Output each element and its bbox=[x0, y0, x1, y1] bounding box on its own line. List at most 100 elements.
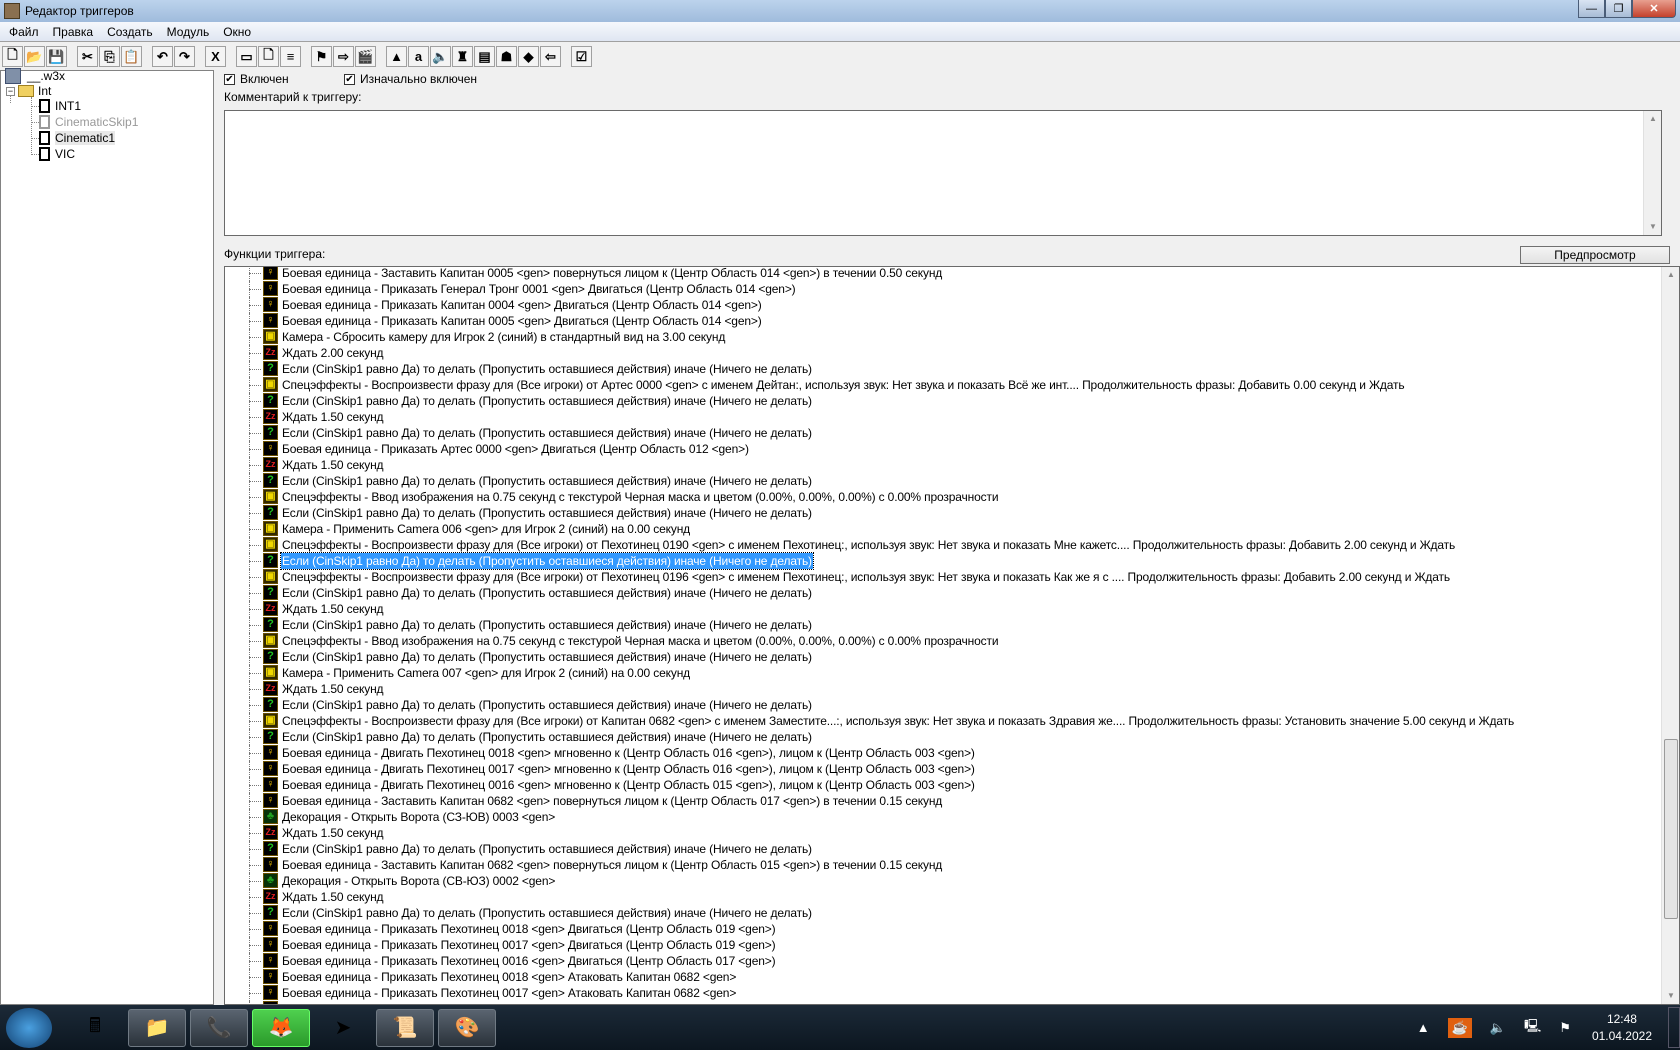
action-row[interactable]: ? Если (CinSkip1 равно Да) то делать (Про… bbox=[225, 905, 1661, 921]
enabled-checkbox[interactable]: ✔ Включен bbox=[224, 72, 289, 86]
minimize-button[interactable]: — bbox=[1578, 0, 1605, 18]
close-button[interactable]: ✕ bbox=[1632, 0, 1676, 18]
object-manager-button[interactable]: ◆ bbox=[518, 46, 539, 67]
trigger-editor-button[interactable]: a bbox=[408, 46, 429, 67]
calculator-taskbar-button[interactable]: 🖩 bbox=[66, 1009, 124, 1047]
tree-trigger-item[interactable]: VIC bbox=[39, 146, 75, 162]
new-trigger-button[interactable]: 🗋 bbox=[258, 46, 279, 67]
checkbox[interactable]: ✔ bbox=[224, 73, 235, 85]
action-row[interactable]: ? Если (CinSkip1 равно Да) то делать (Про… bbox=[225, 425, 1661, 441]
action-row[interactable]: ? Если (CinSkip1 равно Да) то делать (Про… bbox=[225, 585, 1661, 601]
new-comment-button[interactable]: ≡ bbox=[280, 46, 301, 67]
action-row[interactable]: ♀ Боевая единица - Приказать Пехотинец 00… bbox=[225, 969, 1661, 985]
action-row[interactable]: ▣ Спецэффекты - Ввод изображения на 0.75 … bbox=[225, 489, 1661, 505]
scroll-down-icon[interactable]: ▼ bbox=[1662, 988, 1679, 1004]
checkbox[interactable]: ✔ bbox=[344, 73, 355, 85]
viber-taskbar-button[interactable]: 📞 bbox=[190, 1008, 248, 1047]
flag-button[interactable]: ⚑ bbox=[311, 46, 332, 67]
action-row[interactable]: ▣ Спецэффекты - Воспроизвести фразу для (… bbox=[225, 537, 1661, 553]
redo-button[interactable]: ↷ bbox=[174, 46, 195, 67]
action-row[interactable]: ♀ Боевая единица - Заставить Капитан 0682… bbox=[225, 793, 1661, 809]
scroll-down-icon[interactable]: ▼ bbox=[1644, 219, 1662, 235]
cinematic-button[interactable]: 🎬 bbox=[355, 46, 376, 67]
show-hidden-icons-icon[interactable]: ▲ bbox=[1417, 1020, 1430, 1035]
action-row[interactable]: ♀ Боевая единица - Двигать Пехотинец 0016… bbox=[225, 777, 1661, 793]
action-row[interactable]: ♀ Боевая единица - Двигать Пехотинец 0018… bbox=[225, 745, 1661, 761]
scroll-thumb[interactable] bbox=[1664, 739, 1678, 919]
network-icon[interactable]: 🖳 bbox=[1524, 1017, 1541, 1039]
menu-item-3[interactable]: Модуль bbox=[160, 25, 217, 39]
scroll-up-icon[interactable]: ▲ bbox=[1662, 267, 1679, 283]
functions-list[interactable]: ♀ Боевая единица - Заставить Капитан 0005… bbox=[224, 266, 1680, 1005]
action-row[interactable]: ♀ Боевая единица - Заставить Капитан 0005… bbox=[225, 267, 1661, 281]
world-editor-taskbar-button[interactable]: 📜 bbox=[376, 1008, 434, 1047]
action-row[interactable]: ♀ Боевая единица - Приказать Пехотинец 00… bbox=[225, 921, 1661, 937]
scroll-up-icon[interactable]: ▲ bbox=[1644, 111, 1662, 127]
paint-taskbar-button[interactable]: 🎨 bbox=[438, 1008, 496, 1047]
paste-button[interactable]: 📋 bbox=[121, 46, 142, 67]
functions-scrollbar[interactable]: ▲ ▼ bbox=[1661, 267, 1679, 1004]
action-row[interactable]: ? Если (CinSkip1 равно Да) то делать (Про… bbox=[225, 649, 1661, 665]
volume-icon[interactable]: 🔈 bbox=[1490, 1020, 1506, 1036]
action-row[interactable]: ♀ Боевая единица - Заставить Капитан 0682… bbox=[225, 857, 1661, 873]
tree-trigger-item[interactable]: CinematicSkip1 bbox=[39, 114, 138, 130]
action-row[interactable]: ♣ Декорация - Открыть Ворота (СЗ-ЮВ) 0003… bbox=[225, 809, 1661, 825]
action-row[interactable]: ♣ Декорация - Открыть Ворота (СВ-ЮЗ) 0002… bbox=[225, 873, 1661, 889]
menu-item-1[interactable]: Правка bbox=[46, 25, 101, 39]
action-row[interactable]: ? Если (CinSkip1 равно Да) то делать (Про… bbox=[225, 617, 1661, 633]
explorer-taskbar-button[interactable]: 📁 bbox=[128, 1008, 186, 1047]
maximize-button[interactable]: ❐ bbox=[1605, 0, 1632, 18]
show-desktop-button[interactable] bbox=[1668, 1007, 1680, 1048]
firefox-taskbar-button[interactable]: 🦊 bbox=[252, 1008, 310, 1047]
action-row[interactable]: ♀ Боевая единица - Приказать Пехотинец 00… bbox=[225, 985, 1661, 1001]
comment-scrollbar[interactable]: ▲ ▼ bbox=[1643, 111, 1661, 235]
action-row[interactable]: Zz Ждать 1.50 секунд bbox=[225, 601, 1661, 617]
terrain-editor-button[interactable]: ▲ bbox=[386, 46, 407, 67]
new-category-button[interactable]: ▭ bbox=[236, 46, 257, 67]
action-row[interactable]: Zz Ждать 1.50 секунд bbox=[225, 409, 1661, 425]
action-row[interactable]: Zz Ждать 1.50 секунд bbox=[225, 889, 1661, 905]
start-button[interactable] bbox=[6, 1007, 52, 1048]
tree-map-root[interactable]: __.w3x bbox=[5, 68, 65, 84]
action-row[interactable]: ♀ Боевая единица - Приказать Пехотинец 00… bbox=[225, 953, 1661, 969]
action-row[interactable]: ♀ Боевая единица - Двигать Пехотинец 0017… bbox=[225, 761, 1661, 777]
undo-button[interactable]: ↶ bbox=[152, 46, 173, 67]
sound-editor-button[interactable]: 🔈 bbox=[430, 46, 451, 67]
comment-textarea[interactable]: ▲ ▼ bbox=[224, 110, 1662, 236]
ai-editor-button[interactable]: ☗ bbox=[496, 46, 517, 67]
trigger-tree[interactable]: __.w3x − Int INT1 CinematicSkip1 Cinematic… bbox=[0, 68, 214, 1005]
action-row[interactable]: Zz Ждать 1.50 секунд bbox=[225, 457, 1661, 473]
action-row[interactable]: ? Если (CinSkip1 равно Да) то делать (Про… bbox=[225, 552, 1661, 570]
menu-item-2[interactable]: Создать bbox=[100, 25, 160, 39]
copy-button[interactable]: ⎘ bbox=[99, 46, 120, 67]
action-row[interactable]: Zz Ждать 1.50 секунд bbox=[225, 681, 1661, 697]
tray-app-icon[interactable]: ☕ bbox=[1447, 1017, 1472, 1038]
action-row[interactable]: ♀ Боевая единица - Приказать Капитан 0004… bbox=[225, 297, 1661, 313]
action-row[interactable]: ▣ Спецэффекты - Воспроизвести фразу для (… bbox=[225, 377, 1661, 393]
preview-button[interactable]: Предпросмотр bbox=[1520, 246, 1670, 264]
tree-trigger-item[interactable]: Cinematic1 bbox=[39, 130, 116, 146]
action-row[interactable]: Zz Ждать 2.00 секунд bbox=[225, 345, 1661, 361]
collapse-icon[interactable]: − bbox=[6, 86, 15, 96]
campaign-editor-button[interactable]: ▤ bbox=[474, 46, 495, 67]
telegram-taskbar-button[interactable]: ➤ bbox=[314, 1009, 372, 1047]
cut-button[interactable]: ✂ bbox=[77, 46, 98, 67]
new-button[interactable]: 🗋 bbox=[2, 46, 23, 67]
import-manager-button[interactable]: ⇦ bbox=[540, 46, 561, 67]
action-row[interactable]: ▣ Спецэффекты - Воспроизвести фразу для (… bbox=[225, 569, 1661, 585]
action-row[interactable]: ? Если (CinSkip1 равно Да) то делать (Про… bbox=[225, 841, 1661, 857]
open-button[interactable]: 📂 bbox=[24, 46, 45, 67]
action-row[interactable]: ♀ Боевая единица - Приказать Артес 0000 <… bbox=[225, 441, 1661, 457]
initially-on-checkbox[interactable]: ✔ Изначально включен bbox=[344, 72, 477, 86]
test-map-button[interactable]: ☑ bbox=[571, 46, 592, 67]
action-row[interactable]: ? Если (CinSkip1 равно Да) то делать (Про… bbox=[225, 393, 1661, 409]
action-center-flag-icon[interactable]: ⚑ bbox=[1559, 1020, 1571, 1036]
menu-item-4[interactable]: Окно bbox=[216, 25, 258, 39]
tree-category-int[interactable]: − Int bbox=[6, 83, 51, 99]
action-row[interactable]: ? Если (CinSkip1 равно Да) то делать (Про… bbox=[225, 729, 1661, 745]
tree-trigger-item[interactable]: INT1 bbox=[39, 98, 81, 114]
action-row[interactable]: ♀ Боевая единица - Приказать Капитан 0005… bbox=[225, 313, 1661, 329]
action-row[interactable]: ? Если (CinSkip1 равно Да) то делать (Про… bbox=[225, 473, 1661, 489]
action-row[interactable]: ▣ Спецэффекты - Ввод изображения на 0.75 … bbox=[225, 633, 1661, 649]
action-row[interactable]: ? Если (CinSkip1 равно Да) то делать (Про… bbox=[225, 361, 1661, 377]
